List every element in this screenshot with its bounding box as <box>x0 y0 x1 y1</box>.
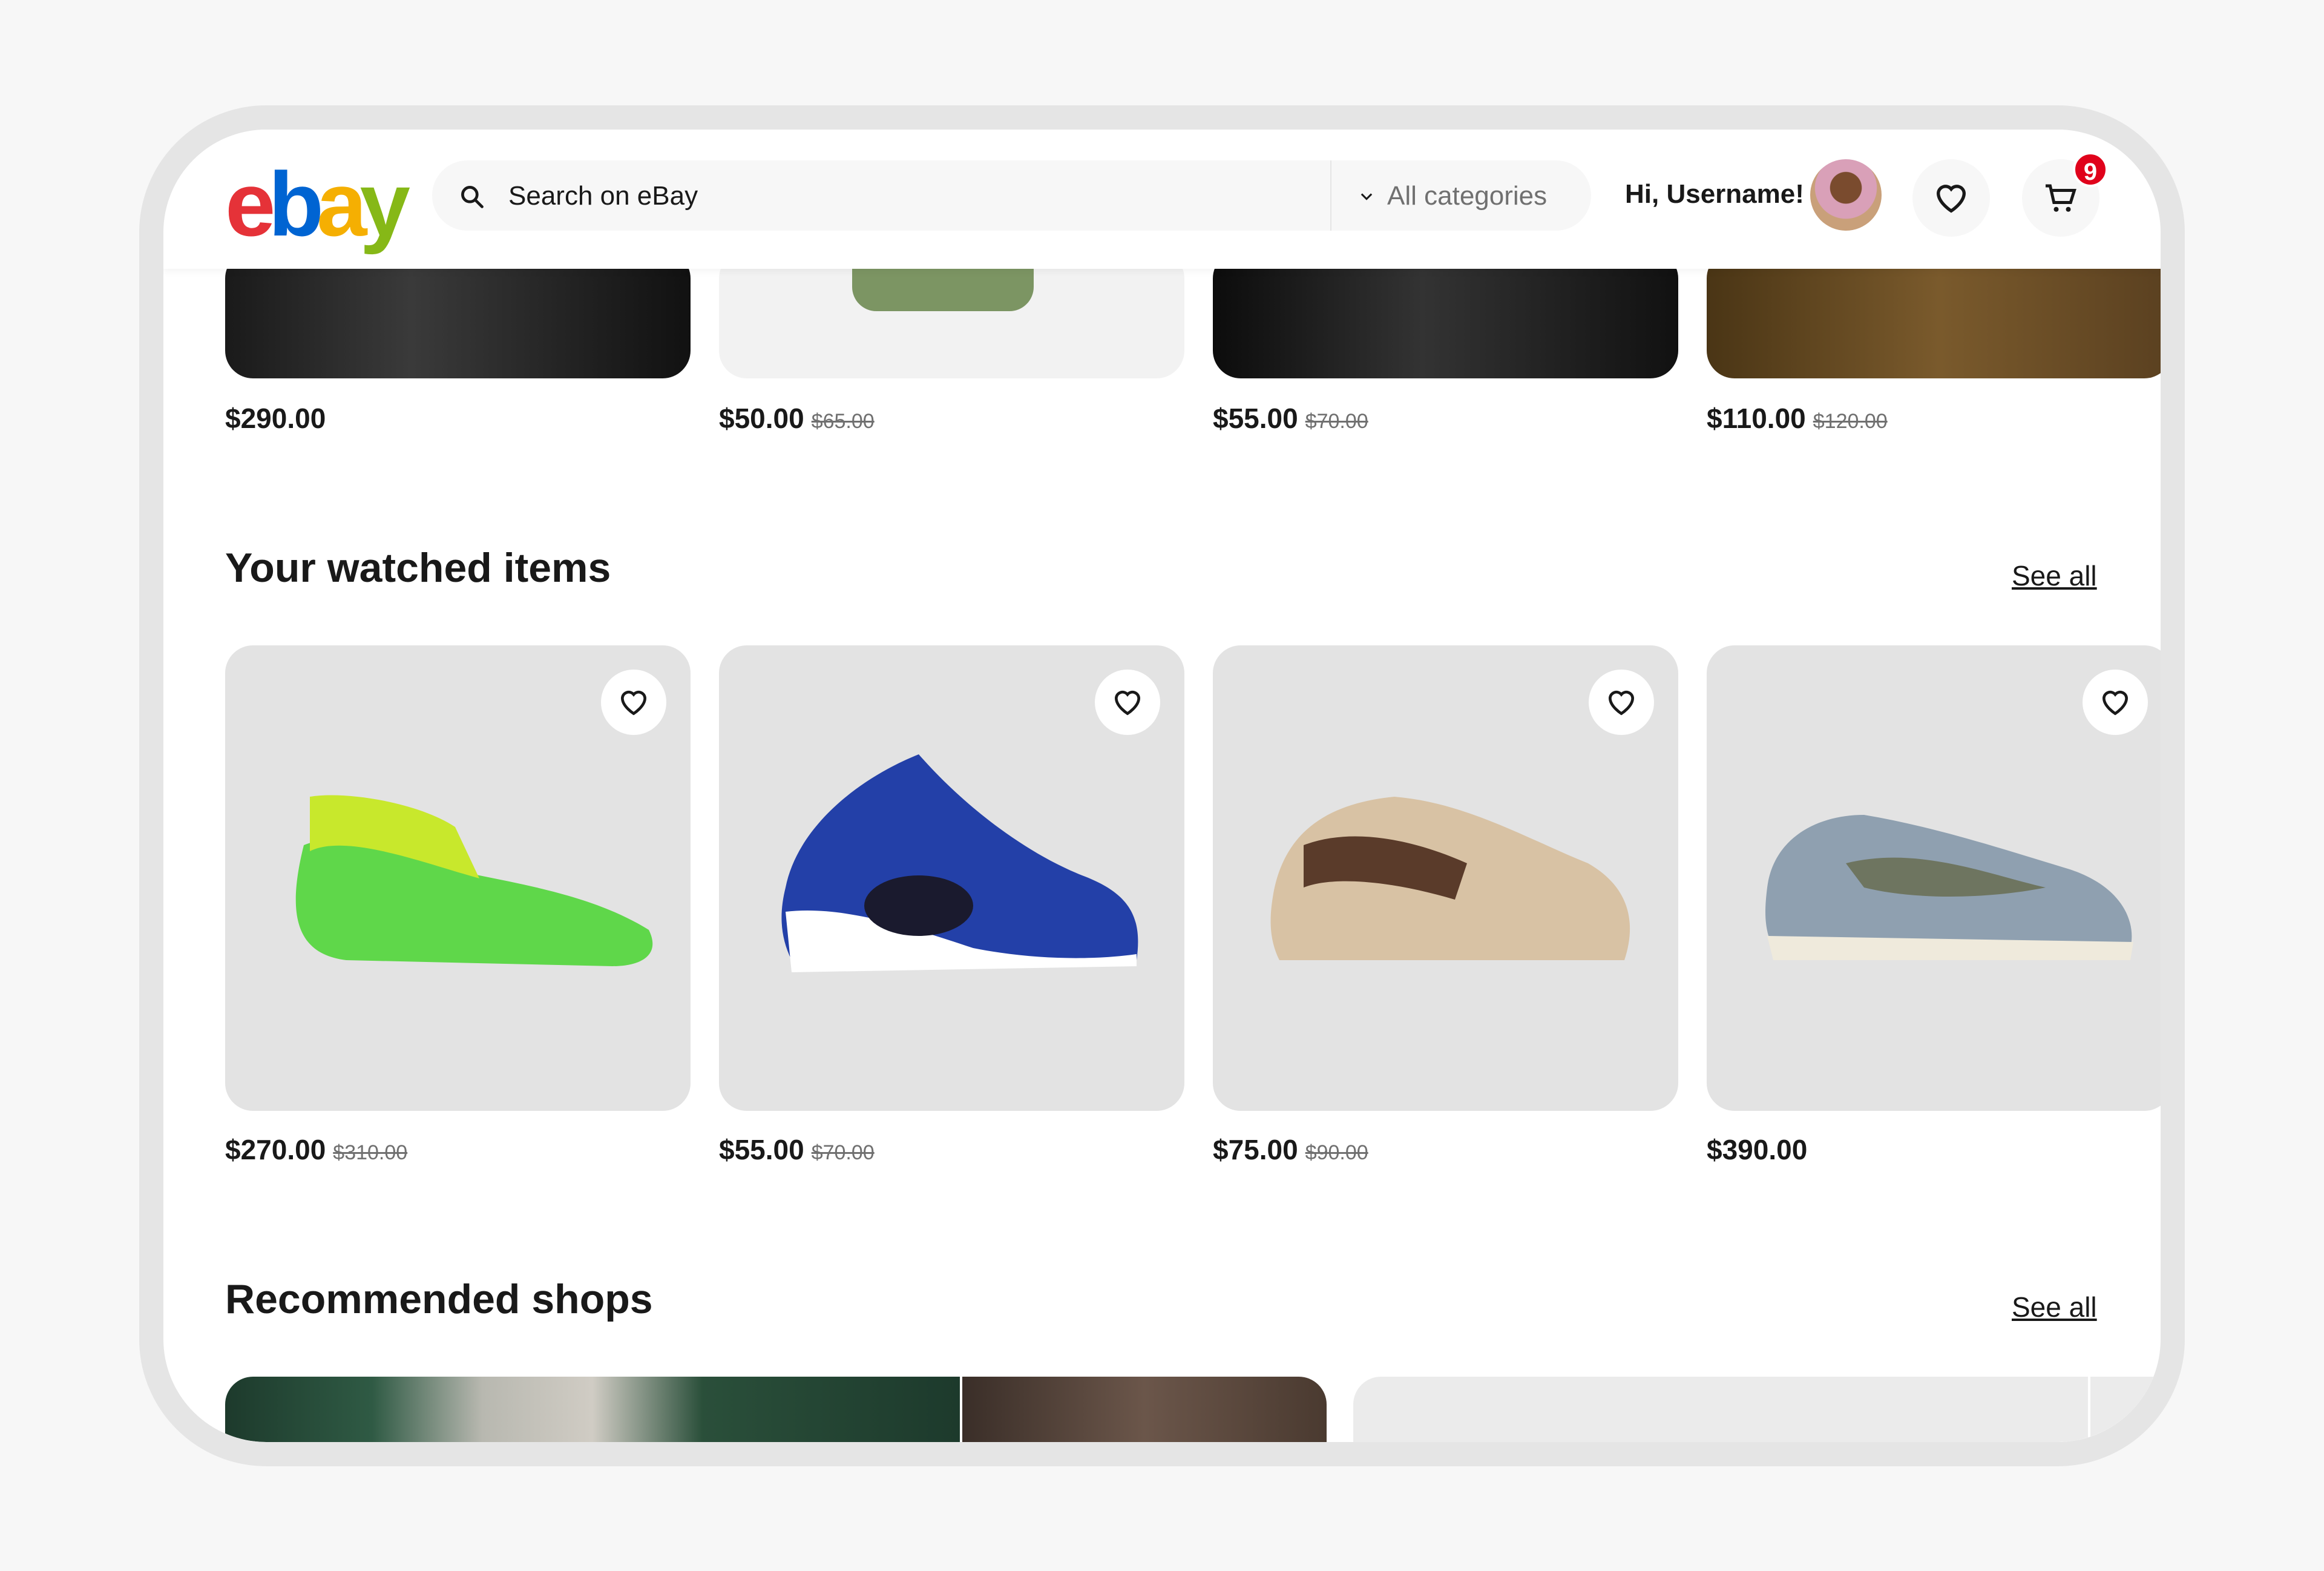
search-icon <box>461 186 484 208</box>
item-image[interactable] <box>225 251 691 378</box>
header: ebay Search on eBay All categories Hi, U… <box>163 130 2161 269</box>
cart-icon <box>2046 184 2076 212</box>
item-price: $290.00 <box>225 403 326 434</box>
divider <box>1330 160 1331 231</box>
item-image[interactable] <box>1213 251 1678 378</box>
see-all-shops-link[interactable]: See all <box>2012 1291 2097 1323</box>
item-price: $55.00 $70.00 <box>719 1134 875 1165</box>
heart-icon <box>1114 690 1141 716</box>
item-price: $50.00 $65.00 <box>719 403 875 434</box>
avatar[interactable] <box>1810 159 1882 231</box>
shop-image <box>225 1377 960 1442</box>
shop-card[interactable] <box>1353 1377 2161 1442</box>
device-frame: ebay Search on eBay All categories Hi, U… <box>139 105 2185 1466</box>
heart-icon <box>1608 690 1635 716</box>
item-price: $270.00 $310.00 <box>225 1134 408 1165</box>
shop-image <box>962 1377 1327 1442</box>
cart-count-badge: 9 <box>2073 152 2108 187</box>
section-title-shops: Recommended shops <box>225 1276 653 1322</box>
ebay-logo[interactable]: ebay <box>225 159 410 249</box>
greeting[interactable]: Hi, Username! <box>1625 179 1804 209</box>
watch-toggle[interactable] <box>1589 670 1654 735</box>
watch-toggle[interactable] <box>2083 670 2148 735</box>
category-select[interactable]: All categories <box>1358 181 1547 211</box>
chevron-down-icon <box>1361 193 1373 200</box>
see-all-watched-link[interactable]: See all <box>2012 559 2097 592</box>
heart-icon <box>620 690 647 716</box>
search-bar[interactable]: Search on eBay All categories <box>432 160 1591 231</box>
item-image[interactable] <box>1707 251 2161 378</box>
watched-item-card[interactable] <box>1707 645 2161 1111</box>
category-label: All categories <box>1387 181 1548 211</box>
item-image[interactable] <box>719 251 1184 378</box>
watchlist-button[interactable] <box>1912 159 1990 237</box>
watch-toggle[interactable] <box>601 670 666 735</box>
shop-card[interactable] <box>225 1377 1327 1442</box>
watched-item-card[interactable] <box>225 645 691 1111</box>
watched-item-card[interactable] <box>719 645 1184 1111</box>
search-input[interactable]: Search on eBay <box>508 181 698 211</box>
item-price: $55.00 $70.00 <box>1213 403 1368 434</box>
watched-item-card[interactable] <box>1213 645 1678 1111</box>
item-price: $75.00 $90.00 <box>1213 1134 1368 1165</box>
section-title-watched: Your watched items <box>225 545 611 591</box>
item-price: $110.00 $120.00 <box>1707 403 1888 434</box>
heart-icon <box>2102 690 2129 716</box>
item-price: $390.00 <box>1707 1134 1808 1165</box>
watch-toggle[interactable] <box>1095 670 1160 735</box>
heart-icon <box>1936 185 1966 213</box>
